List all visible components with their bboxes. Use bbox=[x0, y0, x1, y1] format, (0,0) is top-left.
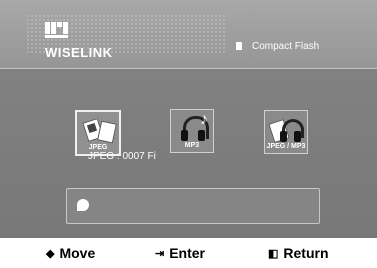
return-icon: ◧ bbox=[268, 248, 279, 260]
enter-label: Enter bbox=[169, 245, 206, 261]
left-right-arrow-icon: ◆ bbox=[46, 248, 55, 260]
hint-enter: ⇥ Enter bbox=[155, 245, 205, 261]
header: WISELINK Compact Flash bbox=[0, 0, 377, 69]
menu-item-jpeg[interactable]: JPEG bbox=[75, 110, 121, 156]
logo-text: WISELINK bbox=[45, 45, 113, 60]
memory-card-icon bbox=[236, 42, 242, 50]
menu-item-mp3[interactable]: ♪ MP3 bbox=[170, 109, 214, 153]
screen: WISELINK Compact Flash JPEG ♪ MP3 JPEG /… bbox=[0, 0, 377, 268]
device-label: Compact Flash bbox=[252, 41, 320, 52]
right-earcup-icon bbox=[198, 130, 205, 141]
hint-return: ◧ Return bbox=[268, 245, 329, 261]
menu-item-label: JPEG / MP3 bbox=[266, 143, 306, 150]
right-earcup-icon bbox=[294, 131, 301, 142]
left-earcup-icon bbox=[280, 131, 287, 142]
selection-info-text: JPEG : 0007 Fi bbox=[88, 151, 156, 162]
left-earcup-icon bbox=[181, 130, 188, 141]
tv-menu-screen: WISELINK Compact Flash JPEG ♪ MP3 JPEG /… bbox=[0, 0, 377, 238]
move-label: Move bbox=[59, 245, 96, 261]
music-note-icon: ♪ bbox=[200, 111, 208, 128]
hint-move: ◆ Move bbox=[46, 245, 95, 261]
footer: ◆ Move ⇥ Enter ◧ Return bbox=[0, 238, 377, 268]
info-bubble-icon bbox=[77, 199, 89, 211]
return-label: Return bbox=[283, 245, 329, 261]
menu-item-jpeg-mp3[interactable]: JPEG / MP3 bbox=[264, 110, 308, 154]
photo-card-icon bbox=[97, 120, 117, 144]
enter-icon: ⇥ bbox=[155, 248, 165, 260]
menu-item-label: MP3 bbox=[184, 142, 200, 149]
description-box bbox=[66, 188, 320, 224]
device-indicator: Compact Flash bbox=[236, 41, 319, 52]
logo-mark-icon bbox=[45, 22, 71, 38]
menu-item-label: JPEG bbox=[88, 144, 108, 151]
